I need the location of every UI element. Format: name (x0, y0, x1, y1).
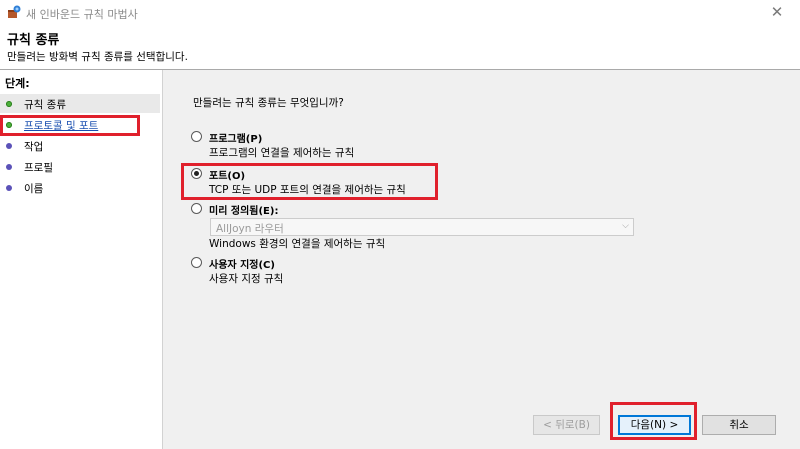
option-title[interactable]: 프로그램(P) (209, 130, 262, 145)
step-label: 작업 (24, 141, 44, 153)
option-description: 사용자 지정 규칙 (209, 273, 284, 285)
step-pending-icon (6, 185, 12, 191)
option-title[interactable]: 포트(O) (209, 167, 245, 182)
wizard-header: 규칙 종류 만들려는 방화벽 규칙 종류를 선택합니다. (0, 24, 800, 70)
step-profile: 프로필 (0, 157, 160, 176)
step-label: 프로필 (24, 162, 53, 174)
custom-radio[interactable] (191, 257, 202, 268)
steps-sidebar: 단계: 규칙 종류 프로토콜 및 포트 작업 프로필 이름 (0, 70, 163, 449)
step-pending-icon (6, 143, 12, 149)
option-title[interactable]: 사용자 지정(C) (209, 256, 275, 271)
firewall-wizard-icon (8, 5, 21, 18)
program-radio[interactable] (191, 131, 202, 142)
window-title: 새 인바운드 규칙 마법사 (26, 8, 138, 21)
option-description: TCP 또는 UDP 포트의 연결을 제어하는 규칙 (209, 184, 406, 196)
cancel-button[interactable]: 취소 (702, 415, 776, 435)
step-rule-type: 규칙 종류 (0, 94, 160, 113)
predefined-rule-select[interactable]: AllJoyn 라우터 ⌵ (210, 218, 634, 236)
chevron-down-icon: ⌵ (622, 221, 629, 231)
port-radio[interactable] (191, 168, 202, 179)
rule-type-question: 만들려는 규칙 종류는 무엇입니까? (193, 97, 344, 109)
step-label: 이름 (24, 183, 44, 195)
step-name: 이름 (0, 178, 160, 197)
predefined-radio[interactable] (191, 203, 202, 214)
page-title: 규칙 종류 (7, 33, 60, 48)
option-description: Windows 환경의 연결을 제어하는 규칙 (209, 238, 386, 250)
step-complete-icon (6, 101, 12, 107)
title-bar: 새 인바운드 규칙 마법사 ✕ (0, 0, 800, 24)
step-action: 작업 (0, 136, 160, 155)
select-value: AllJoyn 라우터 (216, 223, 284, 235)
option-description: 프로그램의 연결을 제어하는 규칙 (209, 147, 355, 159)
wizard-content: 만들려는 규칙 종류는 무엇입니까? 프로그램(P) 프로그램의 연결을 제어하… (163, 70, 800, 449)
step-label: 규칙 종류 (24, 99, 66, 111)
option-title[interactable]: 미리 정의됨(E): (209, 202, 278, 217)
step-protocol-and-ports[interactable]: 프로토콜 및 포트 (0, 115, 160, 134)
step-label[interactable]: 프로토콜 및 포트 (24, 118, 98, 133)
steps-heading: 단계: (5, 77, 30, 90)
step-pending-icon (6, 164, 12, 170)
page-subtitle: 만들려는 방화벽 규칙 종류를 선택합니다. (7, 51, 188, 63)
step-complete-icon (6, 122, 12, 128)
close-icon: ✕ (770, 3, 784, 21)
close-button[interactable]: ✕ (754, 0, 800, 24)
next-button[interactable]: 다음(N) > (618, 415, 691, 435)
back-button[interactable]: < 뒤로(B) (533, 415, 600, 435)
